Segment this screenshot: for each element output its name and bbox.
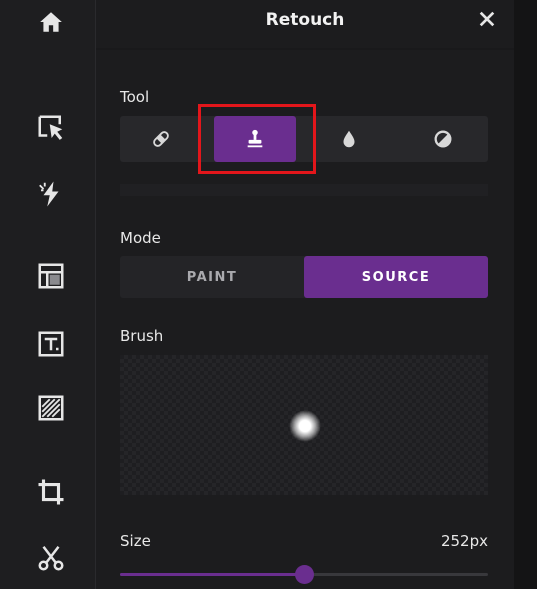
layout-icon[interactable] <box>33 258 69 294</box>
header-divider <box>96 48 514 50</box>
brush-preview <box>120 355 488 495</box>
brush-label: Brush <box>120 327 164 345</box>
size-label: Size <box>120 532 151 550</box>
size-slider[interactable] <box>120 565 488 584</box>
home-icon[interactable] <box>33 4 69 40</box>
bandage-icon <box>153 131 169 147</box>
clone-stamp-icon <box>247 129 263 148</box>
cutout-scissors-icon[interactable] <box>33 540 69 576</box>
brush-tip-preview <box>289 410 321 442</box>
tool-options-strip <box>120 184 488 196</box>
mode-label: Mode <box>120 229 161 247</box>
text-icon[interactable] <box>33 326 69 362</box>
contrast-icon <box>434 130 452 148</box>
size-slider-fill <box>120 573 304 576</box>
tool-selector <box>120 116 488 162</box>
size-value: 252px <box>440 532 488 550</box>
select-cursor-icon[interactable] <box>33 110 69 146</box>
mode-source-button[interactable]: SOURCE <box>304 256 488 298</box>
mode-paint-button[interactable]: PAINT <box>120 256 304 298</box>
right-edge <box>514 0 537 589</box>
tool-label: Tool <box>120 88 150 106</box>
panel-title: Retouch <box>265 10 345 30</box>
tool-dodge-button[interactable] <box>402 116 484 162</box>
tool-clone-stamp-button[interactable] <box>214 116 296 162</box>
crop-icon[interactable] <box>33 474 69 510</box>
droplet-icon <box>343 130 355 148</box>
texture-icon[interactable] <box>33 390 69 426</box>
size-slider-thumb[interactable] <box>295 565 314 584</box>
magic-bolt-icon[interactable] <box>33 176 69 212</box>
close-icon[interactable] <box>476 8 498 30</box>
tool-heal-button[interactable] <box>120 116 202 162</box>
mode-selector: PAINT SOURCE <box>120 256 488 298</box>
retouch-panel: Retouch Tool Mode PAINT SOURCE Brush Siz… <box>96 0 514 589</box>
tool-blur-button[interactable] <box>308 116 390 162</box>
left-sidebar <box>0 0 96 589</box>
